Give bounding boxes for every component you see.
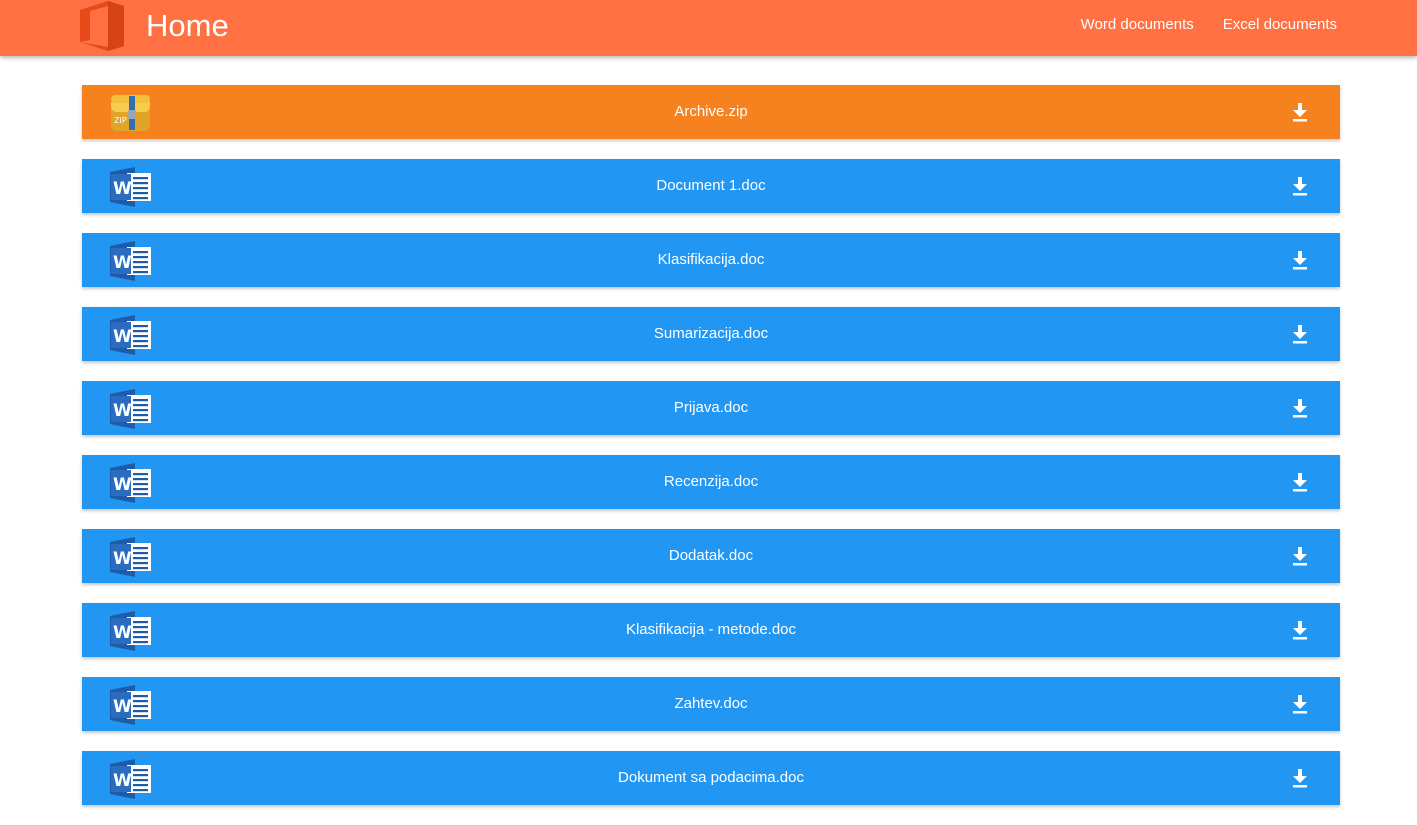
- file-name: Dokument sa podacima.doc: [618, 769, 804, 786]
- svg-text:W: W: [113, 475, 132, 495]
- file-list: Archive.zip ZIP Document 1.doc W Klasifikaci…: [82, 85, 1340, 825]
- top-bar: Home Word documents Excel documents: [0, 0, 1417, 56]
- file-row[interactable]: Zahtev.doc W: [82, 677, 1340, 731]
- nav-word-documents[interactable]: Word documents: [1081, 16, 1194, 34]
- word-doc-icon: W: [109, 758, 152, 800]
- file-name: Prijava.doc: [673, 399, 749, 416]
- file-row[interactable]: Klasifikacija - metode.doc W: [82, 603, 1340, 657]
- office-logo-icon[interactable]: [78, 0, 128, 52]
- top-nav: Word documents Excel documents: [1081, 16, 1337, 34]
- file-row[interactable]: Archive.zip ZIP: [82, 85, 1340, 139]
- svg-text:W: W: [113, 771, 132, 791]
- word-doc-icon: W: [109, 314, 152, 356]
- file-name: Archive.zip: [674, 103, 748, 120]
- word-doc-icon: W: [109, 536, 152, 578]
- word-doc-icon: W: [109, 462, 152, 504]
- file-row[interactable]: Dodatak.doc W: [82, 529, 1340, 583]
- file-name: Dodatak.doc: [668, 547, 754, 564]
- svg-text:W: W: [113, 179, 132, 199]
- file-name: Sumarizacija.doc: [653, 325, 769, 342]
- file-row[interactable]: Prijava.doc W: [82, 381, 1340, 435]
- file-row[interactable]: Document 1.doc W: [82, 159, 1340, 213]
- file-name: Recenzija.doc: [663, 473, 759, 490]
- svg-text:W: W: [113, 549, 132, 569]
- download-icon[interactable]: [1291, 176, 1309, 196]
- svg-text:W: W: [113, 623, 132, 643]
- file-name: Klasifikacija - metode.doc: [625, 621, 797, 638]
- file-name: Klasifikacija.doc: [657, 251, 765, 268]
- file-row[interactable]: Dokument sa podacima.doc W: [82, 751, 1340, 805]
- svg-text:W: W: [113, 697, 132, 717]
- download-icon[interactable]: [1291, 250, 1309, 270]
- download-icon[interactable]: [1291, 546, 1309, 566]
- download-icon[interactable]: [1291, 768, 1309, 788]
- file-name: Document 1.doc: [656, 177, 766, 194]
- nav-excel-documents[interactable]: Excel documents: [1223, 16, 1337, 34]
- word-doc-icon: W: [109, 388, 152, 430]
- svg-text:ZIP: ZIP: [114, 116, 127, 125]
- download-icon[interactable]: [1291, 398, 1309, 418]
- zip-archive-icon: ZIP: [109, 92, 152, 134]
- download-icon[interactable]: [1291, 620, 1309, 640]
- file-row[interactable]: Sumarizacija.doc W: [82, 307, 1340, 361]
- file-row[interactable]: Klasifikacija.doc W: [82, 233, 1340, 287]
- word-doc-icon: W: [109, 684, 152, 726]
- word-doc-icon: W: [109, 240, 152, 282]
- download-icon[interactable]: [1291, 324, 1309, 344]
- svg-text:W: W: [113, 327, 132, 347]
- word-doc-icon: W: [109, 166, 152, 208]
- download-icon[interactable]: [1291, 472, 1309, 492]
- file-name: Zahtev.doc: [674, 695, 748, 712]
- file-row[interactable]: Recenzija.doc W: [82, 455, 1340, 509]
- svg-text:W: W: [113, 401, 132, 421]
- download-icon[interactable]: [1291, 102, 1309, 122]
- svg-text:W: W: [113, 253, 132, 273]
- download-icon[interactable]: [1291, 694, 1309, 714]
- page-title: Home: [146, 8, 229, 43]
- word-doc-icon: W: [109, 610, 152, 652]
